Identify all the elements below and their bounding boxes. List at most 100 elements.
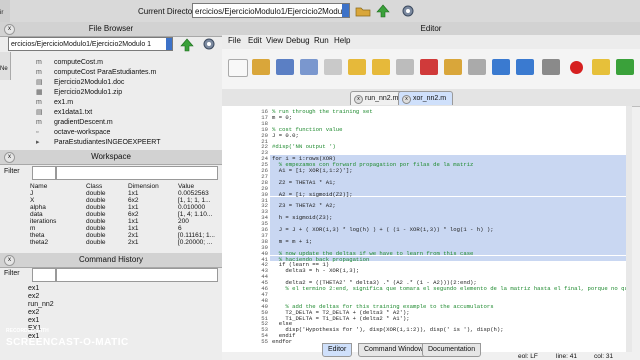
history-item[interactable]: ex2 [28, 309, 214, 317]
save-icon[interactable] [276, 59, 294, 75]
table-cell: theta [30, 232, 45, 239]
close-icon[interactable]: x [4, 255, 15, 266]
list-item[interactable]: m computeCost ParaEstudiantes.m [28, 68, 214, 77]
tab-label: run_nn2.m [365, 95, 399, 102]
bottom-tab-editor[interactable]: Editor [322, 343, 353, 357]
print-icon[interactable] [324, 59, 342, 75]
table-cell: double [86, 218, 106, 225]
line-number: 55 [261, 338, 268, 346]
table-row[interactable]: Jdouble 1x1 0.0052563 [28, 190, 224, 197]
history-item[interactable]: ex1 [28, 317, 214, 325]
table-cell: 6x2 [128, 211, 139, 218]
file-list: m computeCost.m m computeCost ParaEstudiant… [28, 58, 214, 150]
file-browser-dropdown[interactable] [166, 38, 172, 50]
settings-icon[interactable] [400, 3, 416, 21]
menu-run[interactable]: Run [314, 36, 329, 45]
comment-icon[interactable] [492, 59, 510, 75]
current-directory-input[interactable]: ercicios/EjercicioModulo1/Ejercicio2Modu… [192, 3, 350, 18]
tab-xor_nn2-m[interactable]: x xor_nn2.m [398, 91, 454, 105]
history-item[interactable]: ex2 [28, 293, 214, 301]
table-row[interactable]: Xdouble 6x2 [1, 1; 1, 1... [28, 197, 224, 204]
table-row[interactable]: theta double 2x1 [0.11161; 1... [28, 232, 224, 239]
open-folder-icon[interactable] [252, 59, 270, 75]
file-name: ex1.m [54, 99, 74, 106]
new-file-icon[interactable] [228, 59, 248, 77]
workspace-panel-header: x Workspace [0, 150, 222, 165]
menu-help[interactable]: Help [334, 36, 350, 45]
file-file-icon: ▫ [36, 129, 39, 136]
menu-file[interactable]: File [228, 36, 241, 45]
list-item[interactable]: ▸ ParaEstudiantesINGEOEXPEERT [28, 138, 214, 147]
txt-file-icon: ▤ [36, 109, 43, 116]
table-header[interactable]: Value [176, 183, 224, 190]
table-cell: theta2 [30, 239, 49, 246]
history-item[interactable]: run_nn2 [28, 301, 214, 309]
breakpoint-icon[interactable] [570, 61, 583, 74]
workspace-filter-input[interactable] [56, 166, 218, 180]
directory-dropdown-button[interactable] [342, 4, 349, 17]
find-icon[interactable] [468, 59, 486, 75]
bottom-tab-documentation[interactable]: Documentation [422, 343, 482, 357]
code-line: disp('Hypothesis for '), disp(XOR(i,1:2)… [272, 326, 504, 334]
table-header[interactable]: Name [28, 183, 84, 190]
step-icon[interactable] [616, 59, 634, 75]
undo-icon[interactable] [348, 59, 366, 75]
table-cell: 1x1 [128, 204, 139, 211]
file-name: gradientDescent.m [54, 119, 113, 126]
code-area[interactable]: 16% run through the training set 17 m = 0;… [222, 106, 632, 352]
list-item[interactable]: ▤ Ejercicio2Modulo1.doc [28, 78, 214, 87]
menu-edit[interactable]: Edit [248, 36, 262, 45]
menu-debug[interactable]: Debug [286, 36, 310, 45]
uncomment-icon[interactable] [516, 59, 534, 75]
file-name: computeCost.m [54, 59, 104, 66]
history-item[interactable]: ex1 [28, 285, 214, 293]
close-tab-icon[interactable]: x [402, 95, 411, 104]
table-header[interactable]: Dimension [126, 183, 176, 190]
code-line: m = 0; [272, 113, 293, 121]
indent-icon[interactable] [542, 59, 560, 75]
editor-scrollbar[interactable] [626, 106, 632, 352]
history-item[interactable]: EX1 [28, 325, 214, 333]
run-icon[interactable] [592, 59, 610, 75]
table-row[interactable]: data double 6x2 [1, 4; 1.10... [28, 211, 224, 218]
list-item[interactable]: m gradientDescent.m [28, 118, 214, 127]
file-browser-up-icon[interactable] [180, 38, 194, 54]
close-tab-icon[interactable]: x [354, 95, 363, 104]
cut-icon[interactable] [420, 59, 438, 75]
save-as-icon[interactable] [300, 59, 318, 75]
bottom-tab-command-window[interactable]: Command Window [358, 343, 430, 357]
parent-directory-icon[interactable] [376, 4, 390, 20]
list-item[interactable]: ▫ octave-workspace [28, 128, 214, 137]
close-icon[interactable]: x [4, 152, 15, 163]
menu-view[interactable]: View [266, 36, 283, 45]
file-browser-settings-icon[interactable] [201, 36, 217, 54]
close-icon[interactable]: x [4, 24, 15, 35]
redo-icon[interactable] [372, 59, 390, 75]
m-file-icon: m [36, 59, 42, 66]
browse-folder-icon[interactable] [355, 5, 371, 19]
list-item[interactable]: m computeCost.m [28, 58, 214, 67]
workspace-filter-checkbox[interactable] [32, 166, 56, 180]
file-browser-path-input[interactable]: ercicios/EjercicioModulo1/Ejercicio2Modu… [8, 37, 173, 51]
history-filter-input[interactable] [56, 268, 218, 282]
workspace-table: Name Class Dimension Value Jdouble 1x1 0.0052… [28, 183, 224, 246]
table-cell: double [86, 225, 106, 232]
list-item[interactable]: ▤ ex1data1.txt [28, 108, 214, 117]
editor-title: Editor [222, 22, 640, 36]
copy-icon[interactable] [396, 59, 414, 75]
history-filter-checkbox[interactable] [32, 268, 56, 282]
table-row[interactable]: alpha double 1x1 0.010000 [28, 204, 224, 211]
paste-icon[interactable] [444, 59, 462, 75]
list-item[interactable]: ▦ Ejercicio2Modulo1.zip [28, 88, 214, 97]
table-row[interactable]: iterations double 1x1 200 [28, 218, 224, 225]
m-file-icon: m [36, 119, 42, 126]
command-history-list: ex1 ex2 run_nn2 ex2 ex1 EX1 ex1 [28, 285, 214, 341]
table-header[interactable]: Class [84, 183, 126, 190]
table-row[interactable]: m double 1x1 6 [28, 225, 224, 232]
table-row[interactable]: theta2 double 2x1 [0.20000; ... [28, 239, 224, 246]
file-name: ex1data1.txt [54, 109, 93, 116]
table-cell: 1x1 [128, 225, 139, 232]
list-item[interactable]: m ex1.m [28, 98, 214, 107]
table-cell: m [30, 225, 36, 232]
line-status: line: 41 [556, 353, 577, 360]
